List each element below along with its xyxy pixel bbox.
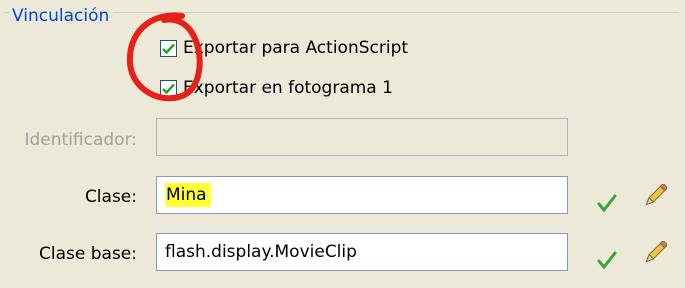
identifier-input [156,118,568,156]
export-frame1-label: Exportar en fotograma 1 [183,78,393,98]
export-actionscript-checkbox[interactable] [160,39,177,57]
base-class-value: flash.display.MovieClip [165,242,357,262]
export-actionscript-checkbox-row[interactable]: Exportar para ActionScript [160,38,408,58]
base-class-label: Clase base: [39,244,137,264]
class-label: Clase: [84,187,137,207]
checkmark-icon [162,83,175,94]
pencil-icon[interactable] [641,184,667,210]
identifier-label: Identificador: [24,130,137,150]
base-class-input[interactable]: flash.display.MovieClip [156,233,568,271]
checkmark-icon[interactable] [594,190,620,216]
checkmark-icon [162,43,175,54]
export-actionscript-label: Exportar para ActionScript [183,38,409,58]
section-legend: Vinculación [10,6,114,26]
export-frame1-checkbox-row[interactable]: Exportar en fotograma 1 [160,78,393,98]
pencil-icon[interactable] [641,241,667,267]
checkmark-icon[interactable] [594,247,620,273]
export-frame1-checkbox[interactable] [160,79,177,97]
class-input[interactable]: Mina [156,176,568,214]
class-value: Mina [165,183,211,207]
